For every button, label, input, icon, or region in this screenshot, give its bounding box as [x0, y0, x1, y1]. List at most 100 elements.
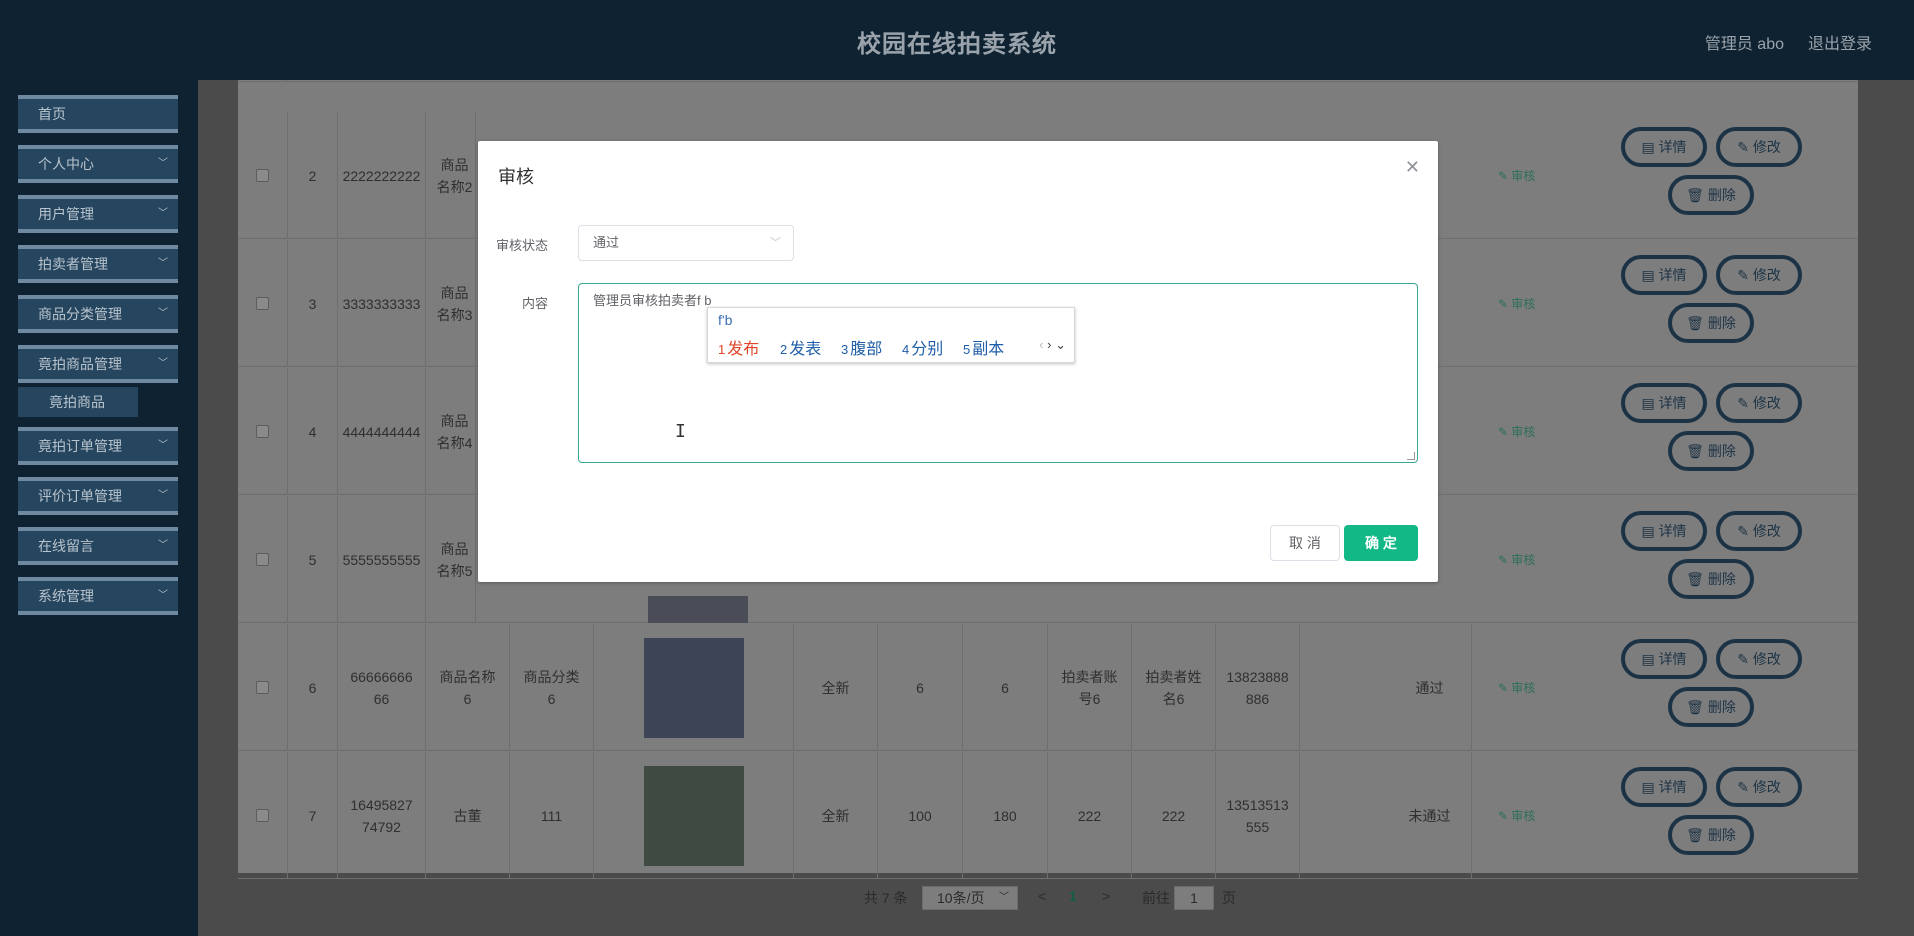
sidebar-item-auction-goods[interactable]: 竟拍商品管理 ﹀: [18, 345, 178, 383]
edit-button[interactable]: ✎ 修改: [1716, 255, 1802, 295]
confirm-button[interactable]: 确 定: [1344, 525, 1418, 561]
close-icon[interactable]: ✕: [1405, 157, 1420, 178]
sidebar-item-label: 系统管理: [38, 588, 94, 604]
sidebar-item-review-orders[interactable]: 评价订单管理 ﹀: [18, 477, 178, 515]
audit-link[interactable]: ✎ 审核: [1498, 295, 1535, 312]
sidebar-item-messages[interactable]: 在线留言 ﹀: [18, 527, 178, 565]
row-checkbox[interactable]: [256, 169, 269, 182]
logout-link[interactable]: 退出登录: [1808, 30, 1872, 54]
row-checkbox[interactable]: [256, 425, 269, 438]
sidebar-item-label: 商品分类管理: [38, 306, 122, 322]
sidebar-item-label: 在线留言: [38, 538, 94, 554]
goto-suffix: 页: [1222, 890, 1236, 906]
edit-button[interactable]: ✎ 修改: [1716, 127, 1802, 167]
row-checkbox[interactable]: [256, 681, 269, 694]
sidebar-item-auction-orders[interactable]: 竟拍订单管理 ﹀: [18, 427, 178, 465]
prev-page-button[interactable]: <: [1038, 888, 1046, 904]
resize-handle[interactable]: [1407, 452, 1415, 460]
delete-button[interactable]: 🗑 删除: [1668, 175, 1754, 215]
ime-candidate[interactable]: 3 腹部: [841, 335, 882, 359]
sidebar-item-label: 评价订单管理: [38, 488, 122, 504]
goto-page-input[interactable]: 1: [1174, 886, 1214, 910]
table-row: 6 6666666666 商品名称6 商品分类6 全新 6 6 拍卖者账号6 拍…: [238, 624, 1858, 751]
chevron-left-icon[interactable]: ‹: [1039, 337, 1043, 352]
chevron-down-icon: ﹀: [158, 258, 168, 269]
row-checkbox[interactable]: [256, 297, 269, 310]
chevron-down-icon: ﹀: [158, 208, 168, 219]
chevron-down-icon: ﹀: [158, 308, 168, 319]
edit-button[interactable]: ✎ 修改: [1716, 383, 1802, 423]
product-thumbnail: [648, 596, 748, 623]
ime-page-nav[interactable]: ‹ › ⌄: [1039, 337, 1066, 353]
ime-candidate[interactable]: 2 发表: [780, 335, 821, 359]
detail-button[interactable]: ▤ 详情: [1621, 255, 1707, 295]
chevron-right-icon[interactable]: ›: [1047, 337, 1051, 352]
dialog-title: 审核: [498, 167, 534, 187]
ime-candidate[interactable]: 4 分别: [902, 335, 943, 359]
trash-icon: 🗑: [1686, 187, 1708, 203]
current-page[interactable]: 1: [1069, 888, 1077, 904]
ime-candidate[interactable]: 1 发布: [718, 335, 759, 359]
product-code: 3333333333: [338, 240, 426, 367]
ime-candidate[interactable]: 5 副本: [963, 335, 1004, 359]
trash-icon: 🗑: [1686, 571, 1708, 587]
sidebar-subitem-auction-goods[interactable]: 竟拍商品: [18, 387, 138, 417]
edit-button[interactable]: ✎ 修改: [1716, 639, 1802, 679]
sidebar-item-categories[interactable]: 商品分类管理 ﹀: [18, 295, 178, 333]
row-checkbox[interactable]: [256, 553, 269, 566]
audit-link[interactable]: ✎ 审核: [1498, 807, 1535, 824]
product-name: 商品名称2: [426, 112, 476, 239]
delete-button[interactable]: 🗑 删除: [1668, 303, 1754, 343]
sidebar-item-home[interactable]: 首页: [18, 95, 178, 133]
document-icon: ▤: [1641, 779, 1659, 795]
status-select[interactable]: 通过 ﹀: [578, 225, 794, 261]
detail-button[interactable]: ▤ 详情: [1621, 639, 1707, 679]
audit-status: 未通过: [1388, 752, 1472, 879]
next-page-button[interactable]: >: [1102, 888, 1110, 904]
sidebar-item-profile[interactable]: 个人中心 ﹀: [18, 145, 178, 183]
product-thumbnail: [643, 637, 744, 738]
chevron-down-icon: ﹀: [999, 892, 1009, 903]
admin-username: 管理员 abo: [1704, 36, 1784, 53]
sidebar-item-sellers[interactable]: 拍卖者管理 ﹀: [18, 245, 178, 283]
audit-link[interactable]: ✎ 审核: [1498, 423, 1535, 440]
trash-icon: 🗑: [1686, 699, 1708, 715]
page-size-select[interactable]: 10条/页 ﹀: [922, 886, 1018, 910]
detail-button[interactable]: ▤ 详情: [1621, 767, 1707, 807]
delete-button[interactable]: 🗑 删除: [1668, 687, 1754, 727]
row-index: 6: [288, 624, 338, 751]
detail-button[interactable]: ▤ 详情: [1621, 127, 1707, 167]
edit-button[interactable]: ✎ 修改: [1716, 511, 1802, 551]
product-thumbnail: [643, 765, 744, 866]
product-category: 111: [510, 752, 594, 879]
audit-link[interactable]: ✎ 审核: [1498, 679, 1535, 696]
pencil-icon: ✎: [1737, 779, 1753, 795]
trash-icon: 🗑: [1686, 315, 1708, 331]
chevron-down-icon[interactable]: ⌄: [1055, 337, 1066, 352]
product-name: 商品名称6: [426, 624, 510, 751]
delete-button[interactable]: 🗑 删除: [1668, 815, 1754, 855]
seller-account: 拍卖者账号6: [1048, 624, 1132, 751]
detail-button[interactable]: ▤ 详情: [1621, 383, 1707, 423]
sidebar-item-label: 竟拍商品管理: [38, 356, 122, 372]
delete-button[interactable]: 🗑 删除: [1668, 559, 1754, 599]
current-bid: 6: [963, 624, 1048, 751]
row-checkbox[interactable]: [256, 809, 269, 822]
audit-link[interactable]: ✎ 审核: [1498, 551, 1535, 568]
chevron-down-icon: ﹀: [770, 237, 781, 249]
edit-icon: ✎: [1498, 297, 1512, 311]
seller-name: 222: [1132, 752, 1216, 879]
table-row: 7 1649582774792 古董 111 全新 100 180 222 22…: [238, 752, 1858, 879]
delete-button[interactable]: 🗑 删除: [1668, 431, 1754, 471]
detail-button[interactable]: ▤ 详情: [1621, 511, 1707, 551]
content-text: 管理员审核拍卖者f b: [593, 293, 712, 308]
sidebar-item-users[interactable]: 用户管理 ﹀: [18, 195, 178, 233]
audit-link[interactable]: ✎ 审核: [1498, 167, 1535, 184]
document-icon: ▤: [1641, 523, 1659, 539]
cancel-button[interactable]: 取 消: [1270, 525, 1340, 561]
product-category: 商品分类6: [510, 624, 594, 751]
audit-dialog: 审核 ✕ 审核状态 通过 ﹀ 内容 管理员审核拍卖者f b I f'b 1 发布 …: [478, 141, 1438, 582]
sidebar-item-system[interactable]: 系统管理 ﹀: [18, 577, 178, 615]
product-condition: 全新: [794, 624, 878, 751]
edit-button[interactable]: ✎ 修改: [1716, 767, 1802, 807]
